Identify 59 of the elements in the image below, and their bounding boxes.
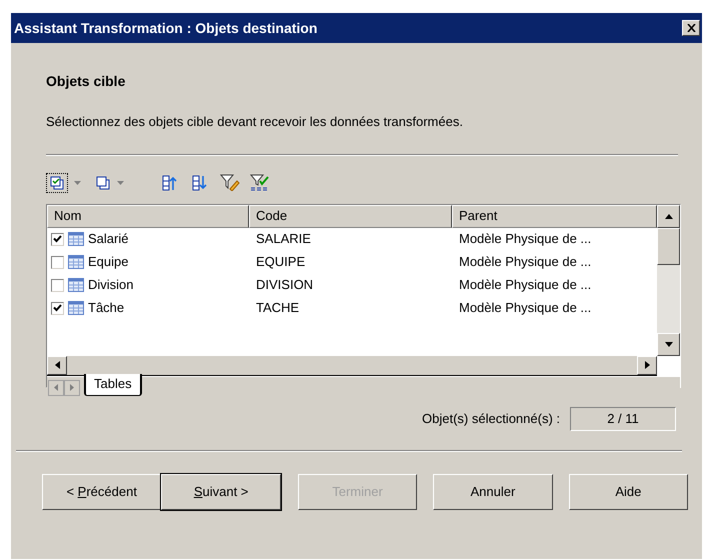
- table-cell-text: Equipe: [88, 253, 128, 272]
- column-header[interactable]: Parent: [452, 204, 657, 228]
- up-arrow-icon: [664, 214, 672, 218]
- tab-scroll-left-button[interactable]: [48, 380, 64, 396]
- tab-scroll-right-button[interactable]: [64, 380, 80, 396]
- table-cell-text: DIVISION: [256, 276, 314, 294]
- selection-count-field: 2 / 11: [570, 406, 676, 430]
- scroll-right-button[interactable]: [637, 356, 657, 374]
- right-arrow-icon: [70, 384, 74, 391]
- scroll-up-button[interactable]: [657, 204, 680, 228]
- checkbox[interactable]: [51, 278, 64, 292]
- close-icon: [686, 24, 696, 32]
- wizard-button[interactable]: Suivant >: [161, 474, 281, 510]
- checkbox[interactable]: [51, 302, 64, 314]
- close-button[interactable]: [682, 20, 700, 36]
- scroll-left-button[interactable]: [47, 356, 67, 374]
- scroll-thumb[interactable]: [657, 228, 680, 264]
- move-down-icon[interactable]: [192, 174, 208, 190]
- table-cell-text: TACHE: [256, 299, 300, 318]
- wizard-button[interactable]: < Précédent: [42, 474, 162, 510]
- down-arrow-icon: [664, 342, 672, 346]
- table-cell-text: Division: [88, 276, 134, 294]
- table-cell-text: Salarié: [88, 230, 128, 248]
- table-cell-text: Modèle Physique de ...: [459, 276, 592, 294]
- dropdown-arrow-icon[interactable]: [74, 180, 81, 184]
- right-arrow-icon: [644, 361, 650, 369]
- checkbox[interactable]: [51, 256, 64, 268]
- wizard-button[interactable]: Annuler: [433, 474, 553, 510]
- table-icon: [68, 301, 84, 315]
- left-arrow-icon: [54, 361, 60, 369]
- checkbox[interactable]: [51, 232, 64, 246]
- select-all-button[interactable]: [46, 172, 68, 192]
- move-up-icon[interactable]: [162, 174, 178, 190]
- column-header[interactable]: Nom: [47, 204, 249, 228]
- table-cell-text: SALARIE: [256, 230, 311, 248]
- column-header[interactable]: Code: [249, 204, 452, 228]
- wizard-button[interactable]: Aide: [568, 474, 688, 510]
- selection-count-label: Objet(s) sélectionné(s) :: [422, 410, 560, 428]
- filter-edit-icon[interactable]: [220, 174, 240, 191]
- scroll-down-button[interactable]: [657, 332, 680, 356]
- horizontal-scrollbar[interactable]: [47, 356, 657, 376]
- filter-check-icon[interactable]: [250, 174, 270, 191]
- table-cell-text: Tâche: [88, 299, 124, 318]
- table-cell-text: Modèle Physique de ...: [459, 299, 592, 318]
- table-icon: [68, 278, 84, 292]
- left-arrow-icon: [54, 384, 58, 391]
- stacked-checkbox-icon: [49, 174, 65, 190]
- description-text: Sélectionnez des objets cible devant recevoir les données transformées.: [46, 113, 464, 131]
- table-cell-text: Modèle Physique de ...: [459, 253, 592, 272]
- section-heading: Objets cible: [46, 72, 126, 91]
- dropdown-arrow-icon[interactable]: [117, 180, 124, 184]
- window-title: Assistant Transformation : Objets destination: [14, 18, 318, 38]
- stacked-squares-icon[interactable]: [95, 174, 111, 190]
- table-icon: [68, 255, 84, 269]
- table-icon: [68, 232, 84, 246]
- vertical-scrollbar[interactable]: [657, 204, 680, 356]
- sheet-tab[interactable]: Tables: [84, 374, 142, 396]
- table-cell-text: Modèle Physique de ...: [459, 230, 592, 248]
- table-cell-text: EQUIPE: [256, 253, 306, 272]
